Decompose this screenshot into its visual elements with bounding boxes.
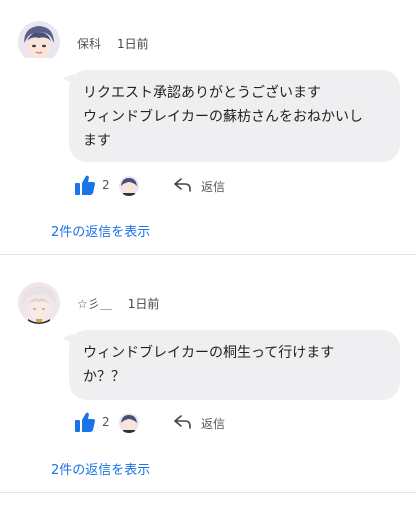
reply-arrow-icon[interactable] xyxy=(174,414,192,434)
comment-2: ☆彡＿ 1日前 ウィンドブレイカーの桐生って行けます か？？ 2 返信 2件の返… xyxy=(0,255,417,495)
comment-actions: 2 返信 xyxy=(74,411,274,435)
comment-divider xyxy=(0,492,417,493)
thumbs-up-icon[interactable] xyxy=(74,411,96,437)
like-count: 2 xyxy=(102,178,110,192)
comment-bubble: ウィンドブレイカーの桐生って行けます か？？ xyxy=(69,330,400,400)
comment-author-line: 保科 1日前 xyxy=(77,35,149,52)
comment-1: 保科 1日前 リクエスト承認ありがとうございます ウィンドブレイカーの蘇枋さんをお… xyxy=(0,0,417,254)
comment-author-line: ☆彡＿ 1日前 xyxy=(77,295,159,312)
show-replies-link[interactable]: 2件の返信を表示 xyxy=(51,221,150,240)
reply-arrow-icon[interactable] xyxy=(174,177,192,197)
comment-text-line: リクエスト承認ありがとうございます xyxy=(83,85,321,101)
creator-avatar xyxy=(119,413,139,433)
reply-button[interactable]: 返信 xyxy=(201,415,225,432)
comment-text-line: か？？ xyxy=(83,369,125,385)
like-count: 2 xyxy=(102,415,110,429)
comment-text-line: ウィンドブレイカーの蘇枋さんをおねかいし xyxy=(83,109,363,125)
avatar[interactable] xyxy=(18,21,60,63)
comment-time: 1日前 xyxy=(127,297,160,311)
thumbs-up-icon[interactable] xyxy=(74,174,96,200)
creator-avatar xyxy=(119,176,139,196)
comment-text-line: ウィンドブレイカーの桐生って行けます xyxy=(83,345,335,361)
comment-actions: 2 返信 xyxy=(74,174,274,198)
reply-button[interactable]: 返信 xyxy=(201,178,225,195)
comment-bubble: リクエスト承認ありがとうございます ウィンドブレイカーの蘇枋さんをおねかいし ま… xyxy=(69,70,400,162)
comment-text-line: ます xyxy=(83,133,111,149)
author-name[interactable]: 保科 xyxy=(77,37,101,51)
author-name[interactable]: ☆彡＿ xyxy=(77,297,112,311)
show-replies-link[interactable]: 2件の返信を表示 xyxy=(51,459,150,478)
avatar[interactable] xyxy=(18,282,60,324)
comment-time: 1日前 xyxy=(117,37,149,51)
